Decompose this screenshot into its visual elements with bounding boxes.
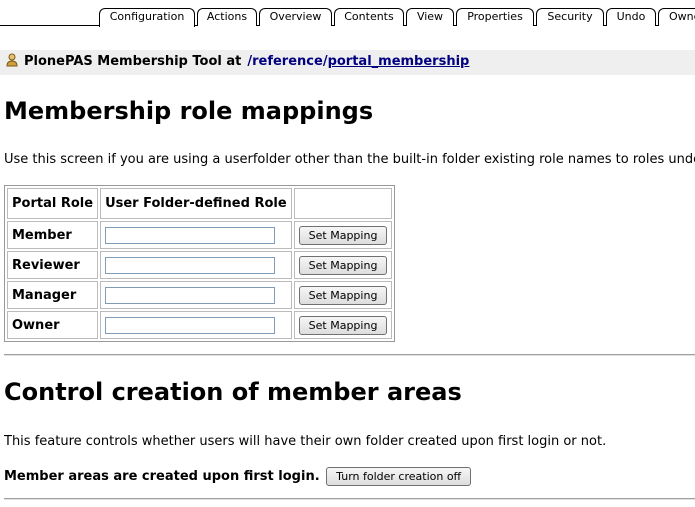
member-areas-status: Member areas are created upon first logi… [4,469,320,484]
tab-actions[interactable]: Actions [197,8,257,26]
turn-folder-creation-off-button[interactable]: Turn folder creation off [326,467,472,486]
section-divider [4,354,695,356]
tab-overview[interactable]: Overview [259,8,332,26]
tab-owner[interactable]: Owne [658,8,695,26]
set-mapping-button-owner[interactable]: Set Mapping [298,315,388,335]
role-mappings-intro: Use this screen if you are using a userf… [4,152,695,167]
table-row: Owner Set Mapping [7,311,393,339]
tab-undo[interactable]: Undo [606,8,656,26]
role-name-reviewer: Reviewer [7,251,99,279]
table-row: Reviewer Set Mapping [7,251,393,279]
tab-configuration[interactable]: Configuration [99,8,195,27]
set-mapping-button-reviewer[interactable]: Set Mapping [298,255,388,275]
object-title: PlonePAS Membership Tool at/reference/po… [24,54,469,69]
object-header-bar: PlonePAS Membership Tool at/reference/po… [0,50,695,75]
tab-properties[interactable]: Properties [456,8,534,26]
member-areas-heading: Control creation of member areas [4,378,462,406]
role-mappings-table: Portal Role User Folder-defined Role Mem… [4,185,396,342]
mapping-input-reviewer[interactable] [105,256,276,274]
set-mapping-button-member[interactable]: Set Mapping [298,225,388,245]
management-tabs: Configuration Actions Overview Contents … [0,0,695,27]
tab-contents[interactable]: Contents [334,8,404,26]
mapping-input-member[interactable] [105,226,276,244]
user-icon [6,53,18,67]
table-row: Member Set Mapping [7,221,393,249]
path-portal-membership-link[interactable]: portal_membership [328,54,470,69]
section-divider [4,498,695,500]
set-mapping-button-manager[interactable]: Set Mapping [298,285,388,305]
path-reference-link[interactable]: /reference/ [247,54,327,69]
tab-view[interactable]: View [406,8,454,26]
role-name-owner: Owner [7,311,99,339]
column-header-user-folder-role: User Folder-defined Role [100,188,292,219]
mapping-input-manager[interactable] [105,286,276,304]
column-header-actions [293,188,393,219]
member-areas-description: This feature controls whether users will… [4,434,607,449]
member-areas-status-row: Member areas are created upon first logi… [4,467,472,486]
table-header-row: Portal Role User Folder-defined Role [7,188,393,219]
role-name-manager: Manager [7,281,99,309]
role-mappings-heading: Membership role mappings [4,97,374,125]
tab-security[interactable]: Security [536,8,604,26]
column-header-portal-role: Portal Role [7,188,99,219]
role-name-member: Member [7,221,99,249]
object-path: /reference/portal_membership [247,54,469,69]
object-type-label: PlonePAS Membership Tool at [24,54,242,69]
table-row: Manager Set Mapping [7,281,393,309]
mapping-input-owner[interactable] [105,316,276,334]
